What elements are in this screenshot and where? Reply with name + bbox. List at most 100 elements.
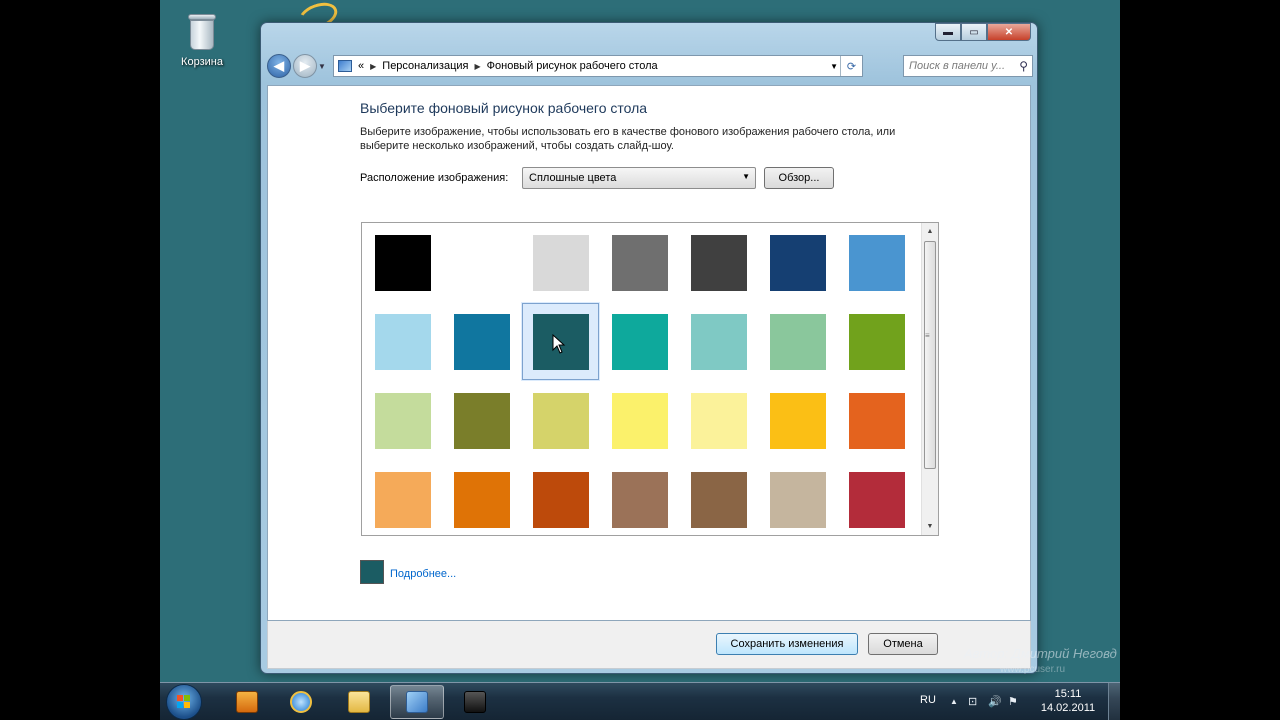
color-option[interactable] [837, 302, 916, 381]
taskbar-explorer[interactable] [332, 685, 386, 719]
volume-icon[interactable]: 🔊 [988, 695, 1002, 708]
color-option[interactable] [758, 381, 837, 460]
breadcrumb-root[interactable]: « [358, 60, 364, 72]
taskbar: RU ▲ ⊡ 🔊 ⚑ 15:11 14.02.2011 [160, 682, 1120, 720]
color-picker-list: ▲ ≡ ▼ [361, 222, 939, 536]
color-option[interactable] [758, 460, 837, 535]
color-option[interactable] [442, 223, 521, 302]
color-option[interactable] [442, 460, 521, 535]
color-option[interactable] [679, 460, 758, 535]
color-option[interactable] [679, 302, 758, 381]
color-option[interactable] [837, 223, 916, 302]
color-option[interactable] [363, 223, 442, 302]
recycle-bin-label: Корзина [181, 56, 223, 68]
color-option[interactable] [758, 223, 837, 302]
network-icon[interactable]: ⊡ [968, 695, 977, 708]
site-watermark: www.pcuser.ru [1000, 664, 1066, 675]
color-option[interactable] [363, 302, 442, 381]
button-bar: Сохранить изменения Отмена [267, 621, 1031, 669]
clock[interactable]: 15:11 14.02.2011 [1038, 687, 1098, 715]
show-desktop-button[interactable] [1108, 683, 1120, 720]
color-swatch [532, 234, 589, 291]
color-option[interactable] [521, 223, 600, 302]
clock-date: 14.02.2011 [1040, 702, 1096, 714]
forward-button[interactable]: ▶ [293, 54, 317, 78]
location-label: Расположение изображения: [360, 172, 509, 184]
more-colors-link[interactable]: Подробнее... [390, 568, 456, 580]
color-swatch [453, 392, 510, 449]
browse-button[interactable]: Обзор... [764, 167, 834, 189]
recent-pages-dropdown[interactable]: ▼ [317, 62, 327, 71]
minimize-button[interactable]: ▬ [935, 23, 961, 41]
camera-icon [464, 691, 486, 713]
color-option[interactable] [600, 381, 679, 460]
color-option[interactable] [363, 460, 442, 535]
taskbar-media-player[interactable] [220, 685, 274, 719]
recycle-bin-shortcut[interactable]: Корзина [170, 12, 234, 68]
color-swatch [848, 313, 905, 370]
scrollbar-thumb[interactable] [924, 241, 936, 469]
control-panel-icon [406, 691, 428, 713]
address-bar[interactable]: « ▶ Персонализация ▶ Фоновый рисунок раб… [333, 55, 863, 77]
address-dropdown-icon[interactable]: ▼ [830, 62, 838, 71]
color-option[interactable] [600, 302, 679, 381]
color-option[interactable] [442, 381, 521, 460]
taskbar-recorder[interactable] [448, 685, 502, 719]
scroll-up-icon[interactable]: ▲ [922, 223, 938, 240]
color-option[interactable] [758, 302, 837, 381]
color-swatch [690, 392, 747, 449]
chevron-down-icon: ▼ [742, 172, 750, 181]
color-swatch [769, 313, 826, 370]
color-swatch [848, 234, 905, 291]
color-option[interactable] [600, 223, 679, 302]
color-option[interactable] [600, 460, 679, 535]
color-swatch [848, 392, 905, 449]
color-swatch [374, 313, 431, 370]
author-watermark: Автор: Дмитрий Неговд [964, 646, 1117, 661]
control-panel-window: ▬ ▭ ✕ ◀ ▶ ▼ « ▶ Персонализация ▶ Фоновый… [260, 22, 1038, 674]
current-color-swatch[interactable] [360, 560, 384, 584]
caption-buttons: ▬ ▭ ✕ [935, 23, 1031, 41]
taskbar-internet-explorer[interactable] [274, 685, 328, 719]
color-swatch [453, 234, 510, 291]
color-swatch [769, 471, 826, 528]
color-option[interactable] [837, 381, 916, 460]
chevron-right-icon: ▶ [370, 61, 377, 71]
clock-time: 15:11 [1054, 688, 1082, 700]
color-swatch [848, 471, 905, 528]
cancel-button[interactable]: Отмена [868, 633, 938, 655]
navigation-bar: ◀ ▶ ▼ « ▶ Персонализация ▶ Фоновый рисун… [267, 53, 1033, 79]
color-swatch [769, 234, 826, 291]
color-option[interactable] [442, 302, 521, 381]
search-icon[interactable]: ⚲ [1019, 59, 1028, 73]
search-placeholder: Поиск в панели у... [909, 60, 1006, 72]
color-option[interactable] [521, 381, 600, 460]
maximize-button[interactable]: ▭ [961, 23, 987, 41]
language-indicator[interactable]: RU [920, 694, 936, 706]
action-center-flag-icon[interactable]: ⚑ [1008, 695, 1018, 708]
color-swatch [532, 471, 589, 528]
search-input[interactable]: Поиск в панели у... ⚲ [903, 55, 1033, 77]
internet-explorer-icon [290, 691, 312, 713]
location-select[interactable]: Сплошные цвета ▼ [522, 167, 756, 189]
color-option[interactable] [679, 381, 758, 460]
show-hidden-icons-icon[interactable]: ▲ [950, 697, 958, 706]
color-swatch [374, 471, 431, 528]
breadcrumb-personalization[interactable]: Персонализация [382, 60, 468, 72]
color-option[interactable] [521, 460, 600, 535]
start-button[interactable] [166, 684, 202, 720]
scroll-down-icon[interactable]: ▼ [922, 518, 938, 535]
back-button[interactable]: ◀ [267, 54, 291, 78]
folder-icon [348, 691, 370, 713]
close-button[interactable]: ✕ [987, 23, 1031, 41]
color-option[interactable] [363, 381, 442, 460]
vertical-scrollbar[interactable]: ▲ ≡ ▼ [921, 223, 938, 535]
color-option[interactable] [679, 223, 758, 302]
page-description: Выберите изображение, чтобы использовать… [360, 126, 896, 152]
refresh-icon[interactable]: ⟳ [840, 56, 862, 76]
color-option[interactable] [837, 460, 916, 535]
save-changes-button[interactable]: Сохранить изменения [716, 633, 858, 655]
location-select-value: Сплошные цвета [529, 172, 617, 184]
taskbar-control-panel[interactable] [390, 685, 444, 719]
breadcrumb-desktop-background[interactable]: Фоновый рисунок рабочего стола [487, 60, 658, 72]
